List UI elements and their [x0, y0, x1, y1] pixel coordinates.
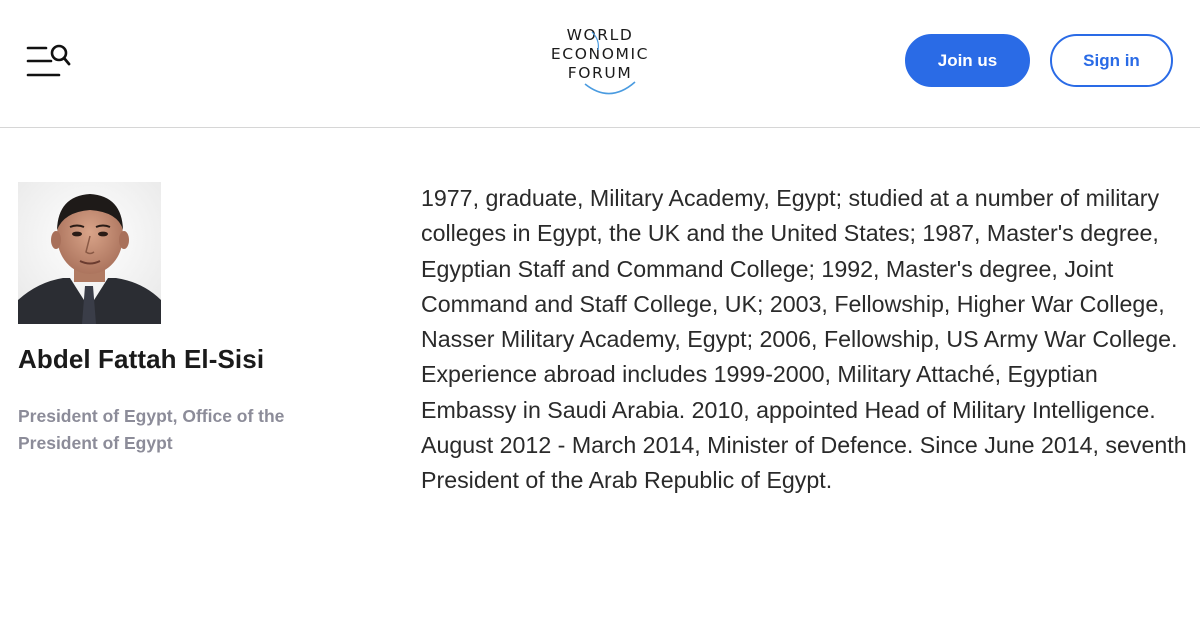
portrait-photo	[18, 182, 161, 324]
sign-in-button[interactable]: Sign in	[1050, 34, 1173, 87]
logo-line-2: ECONOMIC	[550, 45, 650, 63]
person-role: President of Egypt, Office of the Presid…	[18, 406, 285, 453]
menu-search-button[interactable]	[26, 44, 72, 80]
biography-text: 1977, graduate, Military Academy, Egypt;…	[421, 185, 1187, 494]
person-name: Abdel Fattah El-Sisi	[18, 344, 265, 374]
profile-card: Abdel Fattah El-Sisi President of Egypt,…	[18, 182, 348, 457]
wef-logo[interactable]: WORLD ECONOMIC FORUM	[540, 26, 660, 98]
join-us-button[interactable]: Join us	[905, 34, 1030, 87]
logo-line-1: WORLD	[566, 26, 634, 44]
site-header: WORLD ECONOMIC FORUM Join us Sign in	[0, 0, 1200, 128]
menu-search-icon	[26, 44, 71, 77]
logo-line-3: FORUM	[567, 64, 633, 82]
